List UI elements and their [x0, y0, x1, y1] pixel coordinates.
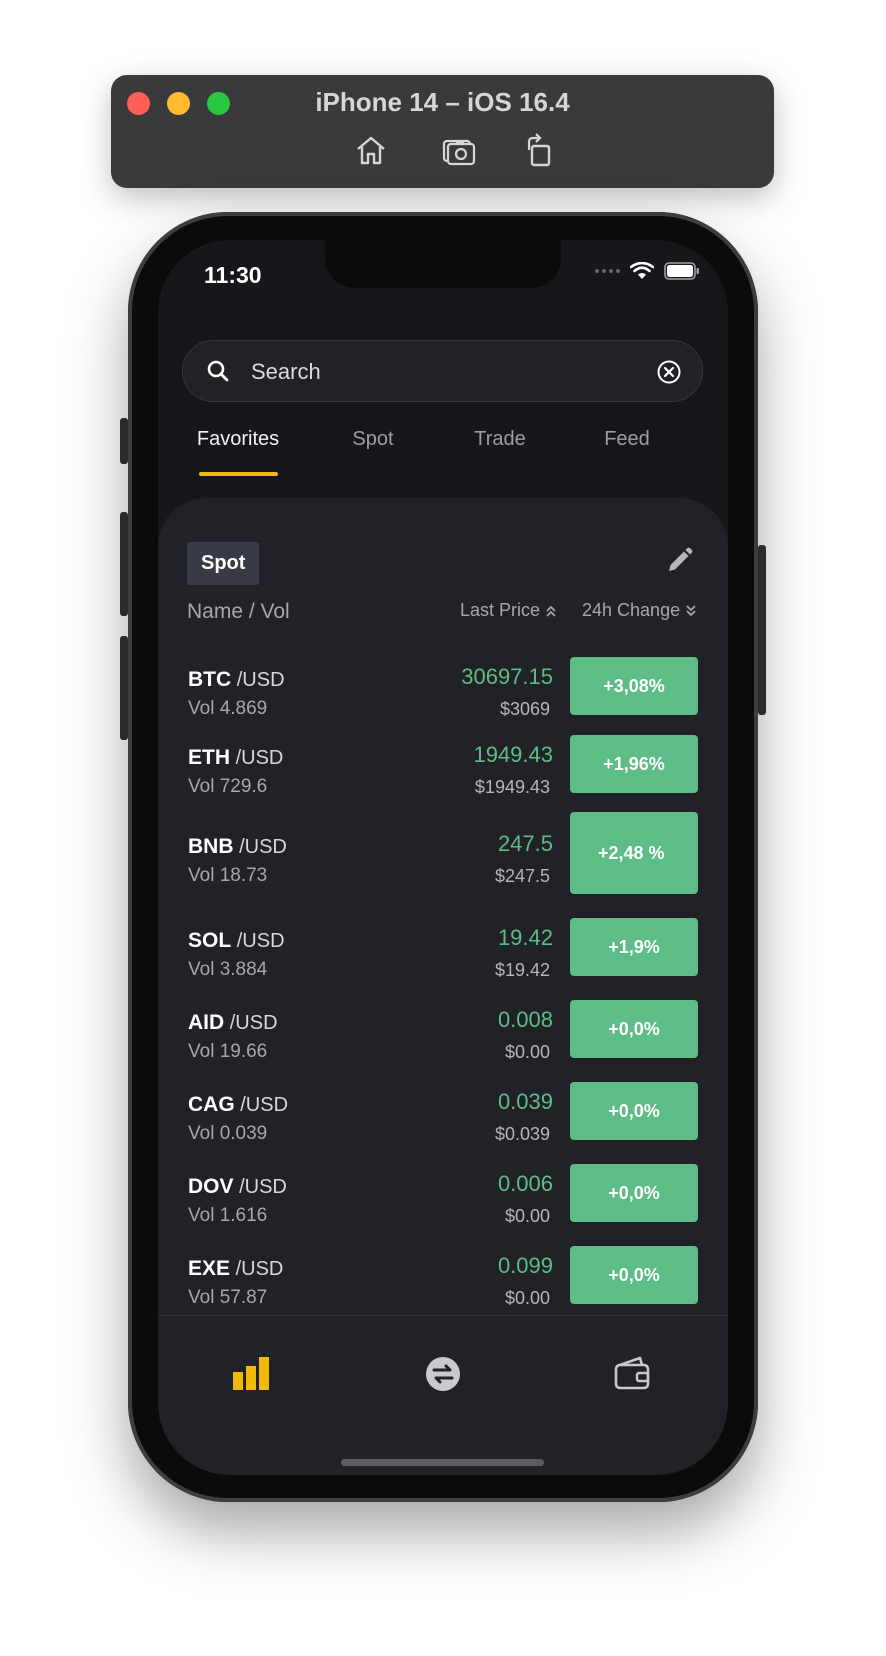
pair-volume: Vol 19.66 — [188, 1041, 268, 1062]
status-time: 11:30 — [204, 262, 262, 288]
pair-volume: Vol 729.6 — [188, 776, 268, 797]
power-button — [758, 545, 766, 715]
column-name-vol[interactable]: Name / Vol — [187, 600, 290, 624]
sort-descending-icon — [686, 604, 696, 616]
pair-symbol: BTC /USD — [188, 668, 285, 691]
pair-volume: Vol 4.869 — [188, 698, 268, 719]
market-chart-icon[interactable] — [233, 1354, 273, 1394]
pair-volume: Vol 18.73 — [188, 865, 268, 886]
column-24h-change[interactable]: 24h Change — [582, 600, 698, 621]
last-price: 247.5 — [497, 831, 553, 856]
rotate-icon[interactable] — [521, 132, 557, 168]
swap-icon[interactable] — [423, 1354, 463, 1394]
usd-price: $0.00 — [504, 1206, 550, 1226]
last-price: 0.039 — [497, 1089, 553, 1114]
tab-feed[interactable]: Feed — [567, 428, 687, 451]
change-badge[interactable]: +0,0% — [570, 1000, 698, 1058]
search-input[interactable] — [249, 341, 633, 403]
spot-filter-chip[interactable]: Spot — [187, 542, 260, 585]
change-badge[interactable]: +0,0% — [570, 1164, 698, 1222]
last-price: 0.008 — [497, 1007, 553, 1032]
pair-symbol: ETH /USD — [188, 746, 284, 769]
clear-search-icon[interactable] — [656, 359, 682, 385]
notch — [325, 240, 561, 288]
pair-volume: Vol 1.616 — [188, 1205, 268, 1226]
pair-volume: Vol 57.87 — [188, 1287, 268, 1308]
wifi-icon — [630, 262, 654, 279]
edit-icon[interactable] — [664, 546, 694, 576]
volume-up-button — [120, 512, 128, 616]
change-badge[interactable]: +2,48 % — [570, 812, 698, 894]
last-price: 30697.15 — [461, 664, 553, 689]
search-bar[interactable] — [182, 340, 703, 403]
home-icon[interactable] — [353, 132, 389, 168]
simulator-title: iPhone 14 – iOS 16.4 — [315, 87, 570, 117]
mute-switch — [120, 418, 128, 464]
battery-icon — [664, 262, 699, 280]
usd-price: $3069 — [499, 699, 550, 719]
column-24h-change-label: 24h Change — [582, 600, 681, 620]
pair-symbol: EXE /USD — [188, 1257, 284, 1280]
usd-price: $247.5 — [494, 866, 550, 886]
home-indicator[interactable] — [341, 1459, 544, 1466]
volume-down-button — [120, 636, 128, 740]
tab-trade[interactable]: Trade — [440, 428, 560, 451]
last-price: 0.099 — [497, 1253, 553, 1278]
cellular-icon — [595, 269, 620, 273]
active-tab-indicator — [199, 472, 278, 476]
search-icon — [207, 360, 229, 382]
pair-symbol: CAG /USD — [188, 1093, 289, 1116]
change-badge[interactable]: +1,9% — [570, 918, 698, 976]
simulator-title-bar: iPhone 14 – iOS 16.4 — [111, 75, 774, 188]
pair-volume: Vol 3.884 — [188, 959, 268, 980]
wallet-icon[interactable] — [613, 1354, 653, 1394]
sort-ascending-icon — [546, 605, 556, 617]
pair-volume: Vol 0.039 — [188, 1123, 268, 1144]
app-screen: 11:30 Favorites Spot Trade Feed Spot Nam… — [158, 240, 728, 1475]
change-badge[interactable]: +0,0% — [570, 1246, 698, 1304]
last-price: 19.42 — [497, 925, 553, 950]
status-icons — [594, 262, 700, 280]
category-tabs: Favorites Spot Trade Feed — [158, 418, 728, 478]
column-last-price[interactable]: Last Price — [460, 600, 558, 621]
pair-symbol: DOV /USD — [188, 1175, 287, 1198]
change-badge[interactable]: +3,08% — [570, 657, 698, 715]
last-price: 0.006 — [497, 1171, 553, 1196]
screenshot-icon[interactable] — [441, 132, 477, 168]
column-last-price-label: Last Price — [460, 600, 541, 620]
usd-price: $19.42 — [494, 960, 550, 980]
pair-symbol: AID /USD — [188, 1011, 278, 1034]
change-badge[interactable]: +0,0% — [570, 1082, 698, 1140]
usd-price: $1949.43 — [474, 777, 550, 797]
pair-symbol: SOL /USD — [188, 929, 285, 952]
pair-symbol: BNB /USD — [188, 835, 287, 858]
usd-price: $0.00 — [504, 1042, 550, 1062]
market-list-panel: Spot Name / Vol Last Price 24h Change BT… — [158, 498, 728, 1398]
last-price: 1949.43 — [473, 742, 553, 767]
tab-spot[interactable]: Spot — [313, 428, 433, 451]
change-badge[interactable]: +1,96% — [570, 735, 698, 793]
usd-price: $0.039 — [494, 1124, 550, 1144]
bottom-navigation — [158, 1315, 728, 1475]
usd-price: $0.00 — [504, 1288, 550, 1308]
tab-favorites[interactable]: Favorites — [178, 428, 298, 451]
